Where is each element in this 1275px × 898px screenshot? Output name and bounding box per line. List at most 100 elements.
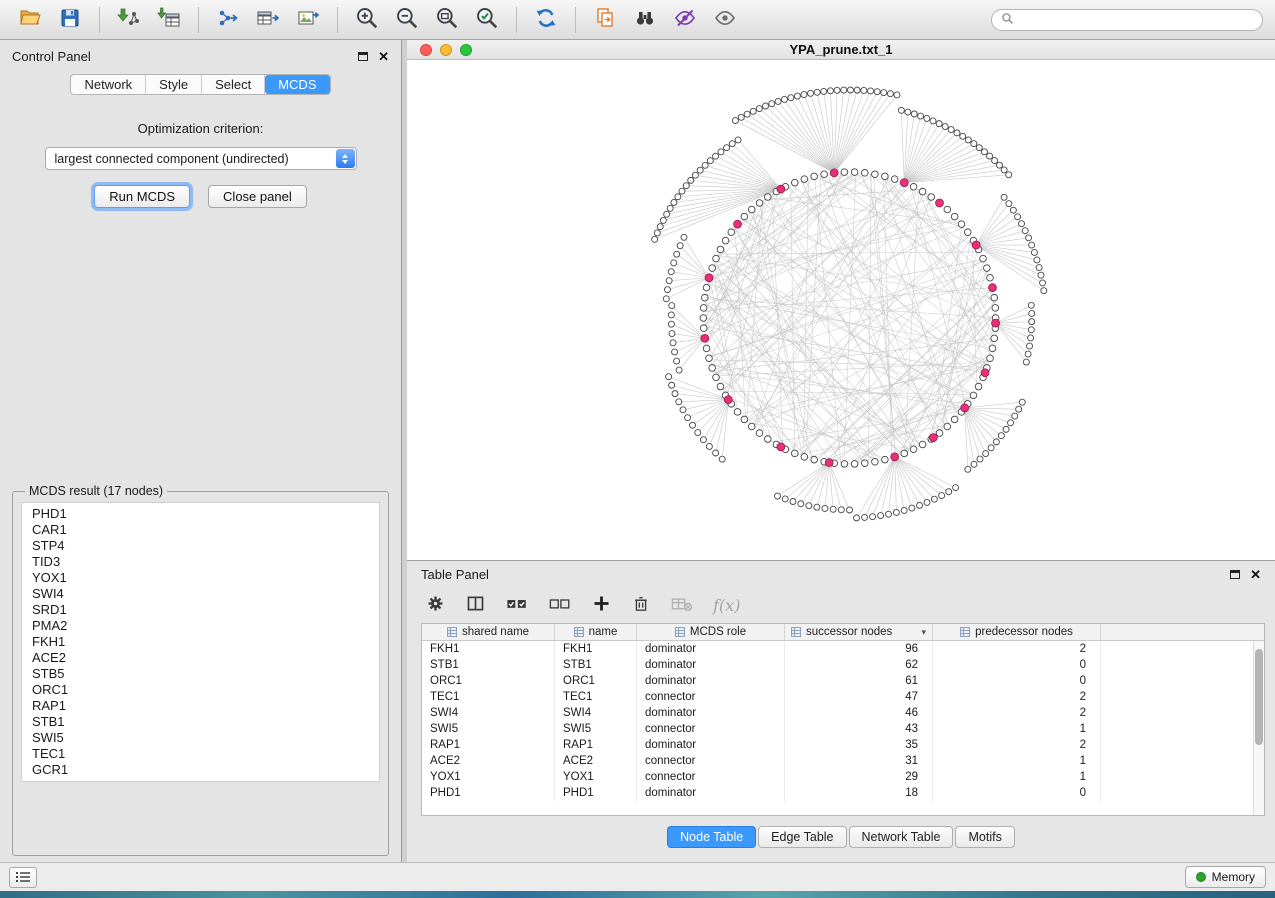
add-column-icon[interactable]	[591, 593, 612, 617]
zoom-out-button[interactable]	[389, 5, 425, 35]
mcds-result-item[interactable]: ACE2	[32, 650, 369, 666]
sort-icon	[791, 627, 801, 637]
export-image-icon	[296, 6, 320, 33]
column-header-predecessor-nodes[interactable]: predecessor nodes	[933, 624, 1101, 640]
sort-icon	[675, 627, 685, 637]
mcds-result-item[interactable]: ORC1	[32, 682, 369, 698]
column-header-mcds-role[interactable]: MCDS role	[637, 624, 785, 640]
mcds-result-item[interactable]: PMA2	[32, 618, 369, 634]
zoom-selected-icon	[474, 5, 500, 34]
mcds-result-item[interactable]: STB1	[32, 714, 369, 730]
delete-table-icon[interactable]	[670, 593, 694, 617]
first-neighbors-button[interactable]	[627, 5, 663, 35]
export-table-button[interactable]	[250, 5, 286, 35]
mcds-result-item[interactable]: RAP1	[32, 698, 369, 714]
float-table-panel-button[interactable]	[1230, 570, 1240, 579]
close-panel-button[interactable]: Close panel	[208, 185, 307, 208]
application-window: Control Panel ✕ Network Style Select MCD…	[0, 0, 1275, 898]
tab-motifs[interactable]: Motifs	[955, 826, 1014, 848]
sort-icon	[960, 627, 970, 637]
tab-network-table[interactable]: Network Table	[849, 826, 954, 848]
float-panel-button[interactable]	[358, 52, 368, 61]
clone-document-icon	[593, 6, 617, 33]
minimize-window-button[interactable]	[440, 44, 452, 56]
search-field[interactable]	[991, 9, 1263, 31]
tab-edge-table[interactable]: Edge Table	[758, 826, 846, 848]
network-graph[interactable]	[407, 60, 1275, 560]
search-input[interactable]	[1019, 13, 1253, 27]
main-toolbar	[0, 0, 1275, 40]
mcds-result-item[interactable]: PHD1	[32, 506, 369, 522]
open-file-button[interactable]	[12, 5, 48, 35]
table-row[interactable]: RAP1 RAP1 dominator 35 2	[422, 737, 1264, 753]
mcds-result-item[interactable]: CAR1	[32, 522, 369, 538]
network-canvas[interactable]	[407, 60, 1275, 560]
export-image-button[interactable]	[290, 5, 326, 35]
tab-node-table[interactable]: Node Table	[667, 826, 756, 848]
tab-mcds[interactable]: MCDS	[265, 75, 329, 94]
zoom-fit-button[interactable]	[429, 5, 465, 35]
table-tabs: Node Table Edge Table Network Table Moti…	[407, 824, 1275, 850]
import-network-button[interactable]	[111, 5, 147, 35]
export-network-button[interactable]	[210, 5, 246, 35]
right-pane: YPA_prune.txt_1 Table Panel ✕	[402, 40, 1275, 862]
criterion-dropdown[interactable]: largest connected component (undirected)	[45, 147, 357, 170]
clone-network-button[interactable]	[587, 5, 623, 35]
table-settings-gear-icon[interactable]	[425, 593, 446, 617]
toolbar-separator	[575, 7, 576, 33]
select-all-rows-icon[interactable]	[505, 593, 529, 617]
table-row[interactable]: SWI4 SWI4 dominator 46 2	[422, 705, 1264, 721]
mcds-result-item[interactable]: SWI4	[32, 586, 369, 602]
mcds-result-item[interactable]: STP4	[32, 538, 369, 554]
table-row[interactable]: ACE2 ACE2 connector 31 1	[422, 753, 1264, 769]
close-panel-icon-button[interactable]: ✕	[378, 50, 389, 63]
column-header-shared-name[interactable]: shared name	[422, 624, 555, 640]
memory-button[interactable]: Memory	[1185, 866, 1266, 888]
network-window-titlebar[interactable]: YPA_prune.txt_1	[407, 40, 1275, 60]
maximize-window-button[interactable]	[460, 44, 472, 56]
mcds-result-item[interactable]: FKH1	[32, 634, 369, 650]
hide-selected-button[interactable]	[667, 5, 703, 35]
scrollbar-thumb[interactable]	[1255, 649, 1263, 745]
mcds-result-item[interactable]: TEC1	[32, 746, 369, 762]
mcds-result-item[interactable]: GCR1	[32, 762, 369, 778]
mcds-result-item[interactable]: YOX1	[32, 570, 369, 586]
save-session-button[interactable]	[52, 5, 88, 35]
table-row[interactable]: PHD1 PHD1 dominator 18 0	[422, 785, 1264, 801]
mcds-result-item[interactable]: TID3	[32, 554, 369, 570]
function-builder-icon[interactable]: f(x)	[713, 596, 740, 615]
close-table-panel-button[interactable]: ✕	[1250, 568, 1261, 581]
tab-select[interactable]: Select	[202, 75, 265, 94]
tab-style[interactable]: Style	[146, 75, 202, 94]
mcds-result-item[interactable]: STB5	[32, 666, 369, 682]
import-network-icon	[117, 6, 141, 33]
table-row[interactable]: YOX1 YOX1 connector 29 1	[422, 769, 1264, 785]
show-panel-list-button[interactable]	[9, 867, 37, 888]
mcds-result-item[interactable]: SRD1	[32, 602, 369, 618]
refresh-view-button[interactable]	[528, 5, 564, 35]
column-header-successor-nodes[interactable]: successor nodes ▾	[785, 624, 933, 640]
run-mcds-button[interactable]: Run MCDS	[94, 185, 190, 208]
table-row[interactable]: TEC1 TEC1 connector 47 2	[422, 689, 1264, 705]
refresh-icon	[533, 5, 559, 34]
column-header-name[interactable]: name	[555, 624, 637, 640]
mcds-result-item[interactable]: SWI5	[32, 730, 369, 746]
table-row[interactable]: FKH1 FKH1 dominator 96 2	[422, 641, 1264, 657]
table-row[interactable]: STB1 STB1 dominator 62 0	[422, 657, 1264, 673]
import-table-button[interactable]	[151, 5, 187, 35]
deselect-all-rows-icon[interactable]	[548, 593, 572, 617]
table-row[interactable]: ORC1 ORC1 dominator 61 0	[422, 673, 1264, 689]
show-columns-icon[interactable]	[465, 593, 486, 617]
zoom-out-icon	[394, 5, 420, 34]
binoculars-icon	[633, 6, 657, 33]
column-header-filler	[1101, 624, 1264, 640]
table-row[interactable]: SWI5 SWI5 connector 43 1	[422, 721, 1264, 737]
zoom-selected-button[interactable]	[469, 5, 505, 35]
tab-network[interactable]: Network	[71, 75, 146, 94]
delete-column-icon[interactable]	[631, 593, 651, 617]
zoom-in-button[interactable]	[349, 5, 385, 35]
table-scrollbar[interactable]	[1253, 641, 1264, 815]
mcds-result-box: MCDS result (17 nodes) PHD1 CAR1 STP4 TI…	[12, 484, 389, 856]
close-window-button[interactable]	[420, 44, 432, 56]
show-all-button[interactable]	[707, 5, 743, 35]
